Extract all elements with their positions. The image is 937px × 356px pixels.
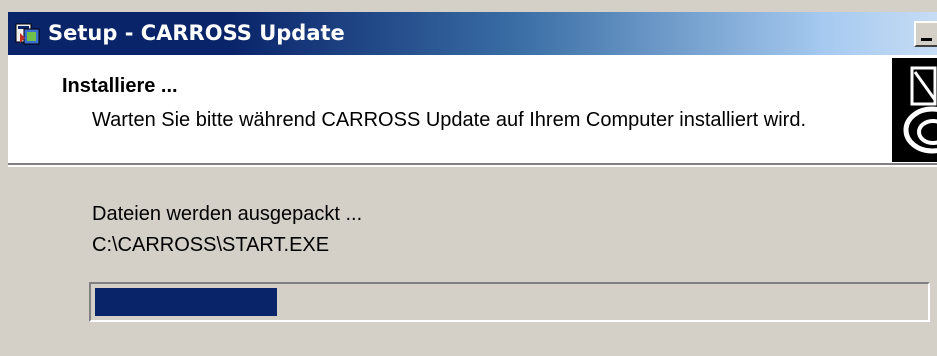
title-bar[interactable]: Setup - CARROSS Update xyxy=(8,12,937,55)
status-text: Dateien werden ausgepackt ... xyxy=(92,203,363,225)
minimize-button[interactable] xyxy=(914,21,937,47)
window-title: Setup - CARROSS Update xyxy=(48,21,345,45)
current-file-path: C:\CARROSS\START.EXE xyxy=(92,234,330,256)
setup-installer-icon xyxy=(15,20,41,46)
window-left-edge xyxy=(0,0,8,356)
page-subtitle: Warten Sie bitte während CARROSS Update … xyxy=(92,109,806,131)
minimize-icon xyxy=(921,38,932,41)
progress-fill xyxy=(95,288,277,316)
carross-logo xyxy=(892,58,937,162)
page-title: Installiere ... xyxy=(62,75,178,97)
wizard-header: Installiere ... Warten Sie bitte während… xyxy=(8,55,937,163)
progress-bar xyxy=(89,282,930,322)
header-separator-highlight xyxy=(8,165,937,167)
